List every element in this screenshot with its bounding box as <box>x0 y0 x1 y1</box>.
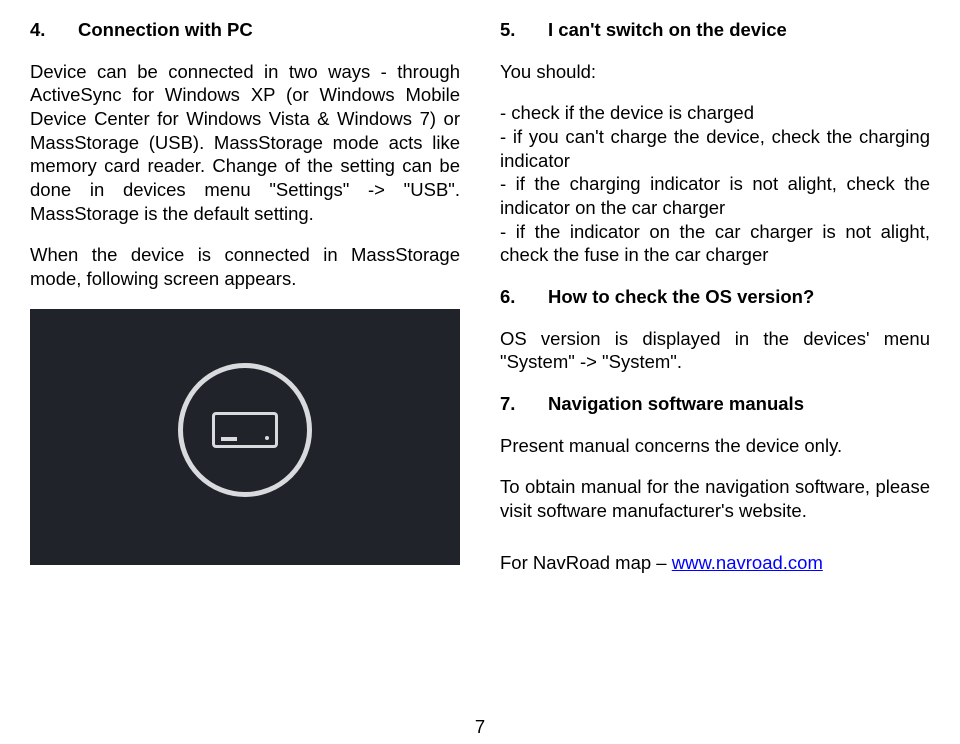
right-paragraph-5: To obtain manual for the navigation soft… <box>500 475 930 522</box>
heading-7-number: 7. <box>500 392 548 416</box>
heading-4-number: 4. <box>30 18 78 42</box>
heading-6-number: 6. <box>500 285 548 309</box>
left-column: 4. Connection with PC Device can be conn… <box>30 18 460 744</box>
drive-icon-circle <box>178 363 312 497</box>
left-paragraph-2: When the device is connected in MassStor… <box>30 243 460 290</box>
heading-6-title: How to check the OS version? <box>548 285 814 309</box>
navroad-link[interactable]: www.navroad.com <box>672 552 823 573</box>
page-number: 7 <box>475 716 485 738</box>
drive-icon <box>212 412 278 448</box>
massstorage-screenshot <box>30 309 460 565</box>
right-paragraph-1: You should: <box>500 60 930 84</box>
right-column: 5. I can't switch on the device You shou… <box>500 18 930 744</box>
navroad-prefix: For NavRoad map – <box>500 552 672 573</box>
heading-7-title: Navigation software manuals <box>548 392 804 416</box>
heading-6: 6. How to check the OS version? <box>500 285 930 309</box>
heading-4-title: Connection with PC <box>78 18 253 42</box>
right-paragraph-3: OS version is displayed in the devices' … <box>500 327 930 374</box>
heading-4: 4. Connection with PC <box>30 18 460 42</box>
right-paragraph-4: Present manual concerns the device only. <box>500 434 930 458</box>
heading-5-title: I can't switch on the device <box>548 18 787 42</box>
heading-5-number: 5. <box>500 18 548 42</box>
left-paragraph-1: Device can be connected in two ways - th… <box>30 60 460 226</box>
heading-7: 7. Navigation software manuals <box>500 392 930 416</box>
right-paragraph-2: - check if the device is charged - if yo… <box>500 101 930 267</box>
page: 4. Connection with PC Device can be conn… <box>0 0 960 744</box>
heading-5: 5. I can't switch on the device <box>500 18 930 42</box>
right-paragraph-6: For NavRoad map – www.navroad.com <box>500 551 930 575</box>
